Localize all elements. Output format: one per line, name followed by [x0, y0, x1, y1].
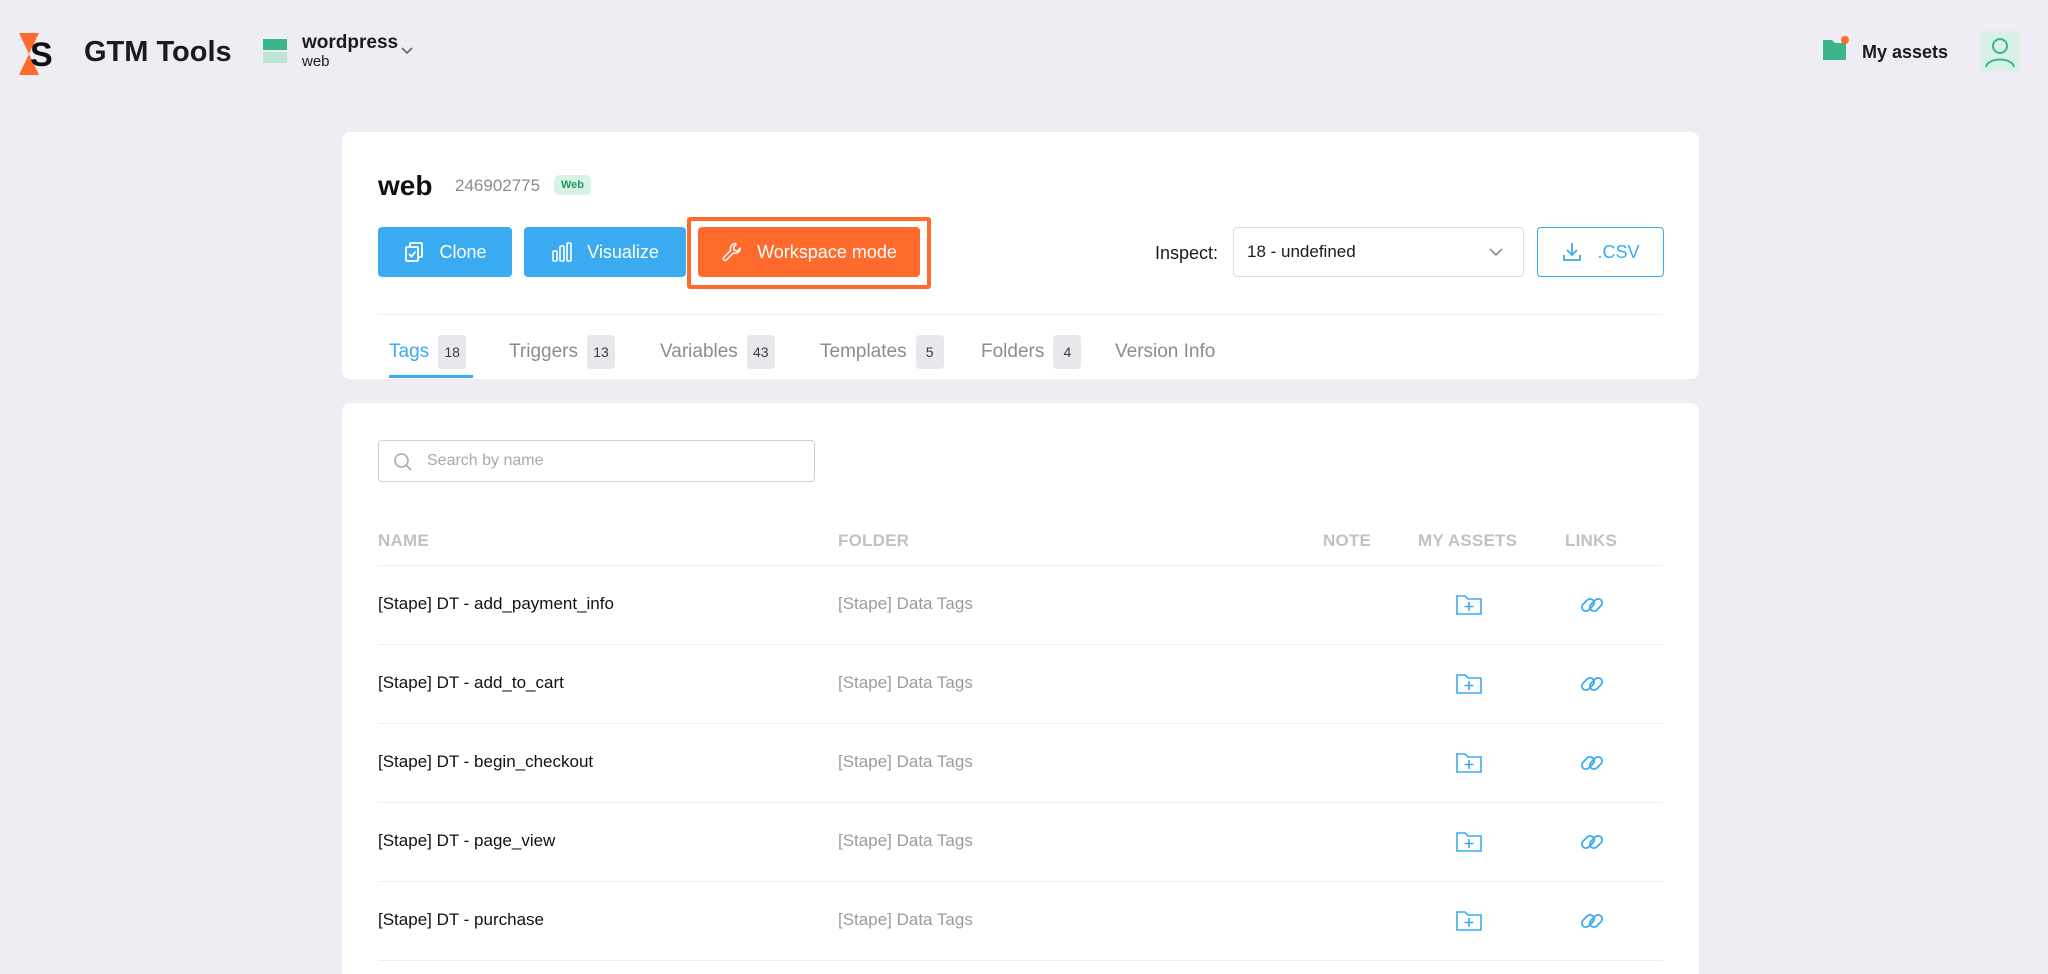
- wrench-icon: [722, 242, 742, 262]
- bar-chart-icon: [552, 242, 572, 262]
- tab-folders[interactable]: Folders 4: [981, 332, 1082, 372]
- link-icon[interactable]: [1577, 590, 1607, 620]
- tag-folder: [Stape] Data Tags: [838, 673, 973, 692]
- link-icon[interactable]: [1577, 669, 1607, 699]
- tag-name[interactable]: [Stape] DT - add_to_cart: [378, 673, 564, 693]
- tab-tags[interactable]: Tags 18: [389, 332, 467, 372]
- tab-label: Triggers: [509, 341, 578, 362]
- top-bar: S GTM Tools wordpress web My assets: [0, 0, 2048, 106]
- column-header-links: LINKS: [1565, 531, 1617, 550]
- active-tab-indicator: [389, 375, 473, 378]
- inspect-version-select[interactable]: 18 - undefined: [1233, 227, 1524, 277]
- tabs-divider: [378, 314, 1663, 315]
- tab-label: Variables: [660, 341, 738, 362]
- tag-folder: [Stape] Data Tags: [838, 910, 973, 929]
- inspect-selected-value: 18 - undefined: [1247, 242, 1356, 261]
- app-title: GTM Tools: [84, 36, 232, 68]
- visualize-label: Visualize: [587, 241, 659, 262]
- column-header-name[interactable]: NAME: [378, 531, 429, 551]
- link-icon[interactable]: [1577, 906, 1607, 936]
- inspect-label: Inspect:: [1155, 243, 1219, 263]
- tab-label: Tags: [389, 341, 430, 362]
- tab-count: 13: [586, 335, 615, 369]
- user-icon: [1985, 38, 2015, 68]
- table-row[interactable]: [Stape] DT - begin_checkout [Stape] Data…: [378, 724, 1663, 803]
- column-header-my-assets: MY ASSETS: [1418, 531, 1518, 550]
- tab-label: Templates: [820, 341, 907, 362]
- tag-name[interactable]: [Stape] DT - purchase: [378, 910, 544, 930]
- folder-plus-icon[interactable]: [1455, 591, 1483, 617]
- chevron-down-icon[interactable]: [398, 41, 416, 59]
- workspace-mode-label: Workspace mode: [757, 241, 897, 262]
- workspace-name[interactable]: wordpress: [302, 32, 398, 54]
- column-header-folder[interactable]: FOLDER: [838, 531, 909, 551]
- folder-icon[interactable]: [1822, 36, 1850, 62]
- container-id: 246902775: [455, 176, 541, 195]
- table-row[interactable]: [Stape] DT - add_to_cart [Stape] Data Ta…: [378, 645, 1663, 724]
- workspace-icon: [263, 39, 287, 63]
- folder-plus-icon[interactable]: [1455, 907, 1483, 933]
- tab-count: 18: [438, 335, 467, 369]
- download-icon: [1563, 243, 1582, 261]
- tab-label: Version Info: [1115, 341, 1216, 362]
- tags-list-card: NAME FOLDER NOTE MY ASSETS LINKS [Stape]…: [342, 403, 1699, 974]
- workspace-type: web: [302, 53, 330, 70]
- tab-count: 4: [1053, 335, 1082, 369]
- tab-count: 43: [746, 335, 775, 369]
- csv-label: .CSV: [1597, 241, 1640, 262]
- folder-plus-icon[interactable]: [1455, 670, 1483, 696]
- column-header-note: NOTE: [1323, 531, 1372, 550]
- clone-label: Clone: [439, 241, 487, 262]
- table-row[interactable]: [Stape] DT - page_view [Stape] Data Tags: [378, 803, 1663, 882]
- search-box[interactable]: [378, 440, 815, 482]
- stape-logo-icon[interactable]: S: [19, 33, 59, 75]
- tag-name[interactable]: [Stape] DT - begin_checkout: [378, 752, 593, 772]
- folder-plus-icon[interactable]: [1455, 749, 1483, 775]
- visualize-button[interactable]: Visualize: [524, 227, 686, 277]
- table-row[interactable]: [Stape] DT - add_payment_info [Stape] Da…: [378, 566, 1663, 645]
- tab-version-info[interactable]: Version Info: [1115, 332, 1215, 372]
- container-title: web: [378, 170, 433, 201]
- tab-variables[interactable]: Variables 43: [660, 332, 775, 372]
- link-icon[interactable]: [1577, 748, 1607, 778]
- avatar[interactable]: [1980, 31, 2020, 71]
- search-icon: [394, 453, 412, 471]
- table-row[interactable]: [Stape] DT - purchase [Stape] Data Tags: [378, 882, 1663, 961]
- tab-label: Folders: [981, 341, 1045, 362]
- tag-name[interactable]: [Stape] DT - page_view: [378, 831, 555, 851]
- tab-count: 5: [915, 335, 944, 369]
- folder-plus-icon[interactable]: [1455, 828, 1483, 854]
- workspace-mode-button[interactable]: Workspace mode: [698, 227, 920, 277]
- chevron-down-icon: [1489, 248, 1503, 257]
- link-icon[interactable]: [1577, 827, 1607, 857]
- my-assets-link[interactable]: My assets: [1862, 42, 1948, 63]
- export-csv-button[interactable]: .CSV: [1537, 227, 1664, 277]
- clone-button[interactable]: Clone: [378, 227, 512, 277]
- container-header-card: web 246902775 Web Clone Visualize Worksp…: [342, 132, 1699, 379]
- tag-folder: [Stape] Data Tags: [838, 594, 973, 613]
- svg-text:S: S: [30, 36, 53, 74]
- tag-folder: [Stape] Data Tags: [838, 831, 973, 850]
- tab-triggers[interactable]: Triggers 13: [509, 332, 615, 372]
- search-input[interactable]: [427, 449, 797, 473]
- clone-icon: [405, 242, 424, 262]
- container-type-badge: Web: [554, 175, 592, 195]
- tag-folder: [Stape] Data Tags: [838, 752, 973, 771]
- tab-templates[interactable]: Templates 5: [820, 332, 944, 372]
- tag-name[interactable]: [Stape] DT - add_payment_info: [378, 594, 614, 614]
